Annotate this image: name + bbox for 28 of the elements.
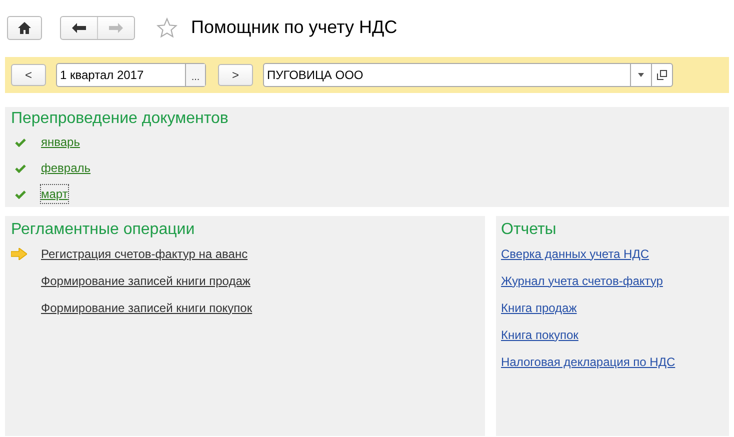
caret-icon (638, 73, 644, 77)
home-button[interactable] (7, 16, 42, 40)
open-window-icon (657, 70, 667, 80)
period-select-button[interactable]: ... (185, 64, 205, 86)
organization-value: ПУГОВИЦА ООО (266, 67, 364, 84)
section-title: Регламентные операции (11, 220, 196, 240)
previous-period-button[interactable]: < (11, 64, 46, 86)
month-link[interactable]: март (41, 185, 68, 203)
operation-link[interactable]: Регистрация счетов-фактур на аванс (41, 244, 248, 262)
back-arrow-icon (72, 22, 86, 32)
period-value: 1 квартал 2017 (59, 67, 145, 84)
window-title: Помощник по учету НДС (191, 16, 398, 39)
forward-arrow-icon (109, 22, 123, 32)
home-icon (18, 22, 31, 34)
operation-link[interactable]: Формирование записей книги продаж (41, 272, 250, 290)
section-title: Перепроведение документов (11, 109, 230, 129)
report-link[interactable]: Налоговая декларация по НДС (501, 352, 676, 370)
period-field[interactable]: 1 квартал 2017 ... (56, 63, 206, 87)
next-period-button[interactable]: > (218, 64, 253, 86)
organization-field[interactable]: ПУГОВИЦА ООО (263, 63, 673, 87)
section-title: Отчеты (501, 220, 558, 240)
report-link[interactable]: Книга покупок (501, 326, 578, 344)
report-link[interactable]: Журнал учета счетов-фактур (501, 272, 663, 290)
month-link[interactable]: февраль (41, 159, 91, 177)
report-link[interactable]: Книга продаж (501, 298, 577, 316)
operation-link[interactable]: Формирование записей книги покупок (41, 298, 252, 316)
report-link[interactable]: Сверка данных учета НДС (501, 244, 650, 262)
month-link[interactable]: январь (41, 133, 80, 151)
